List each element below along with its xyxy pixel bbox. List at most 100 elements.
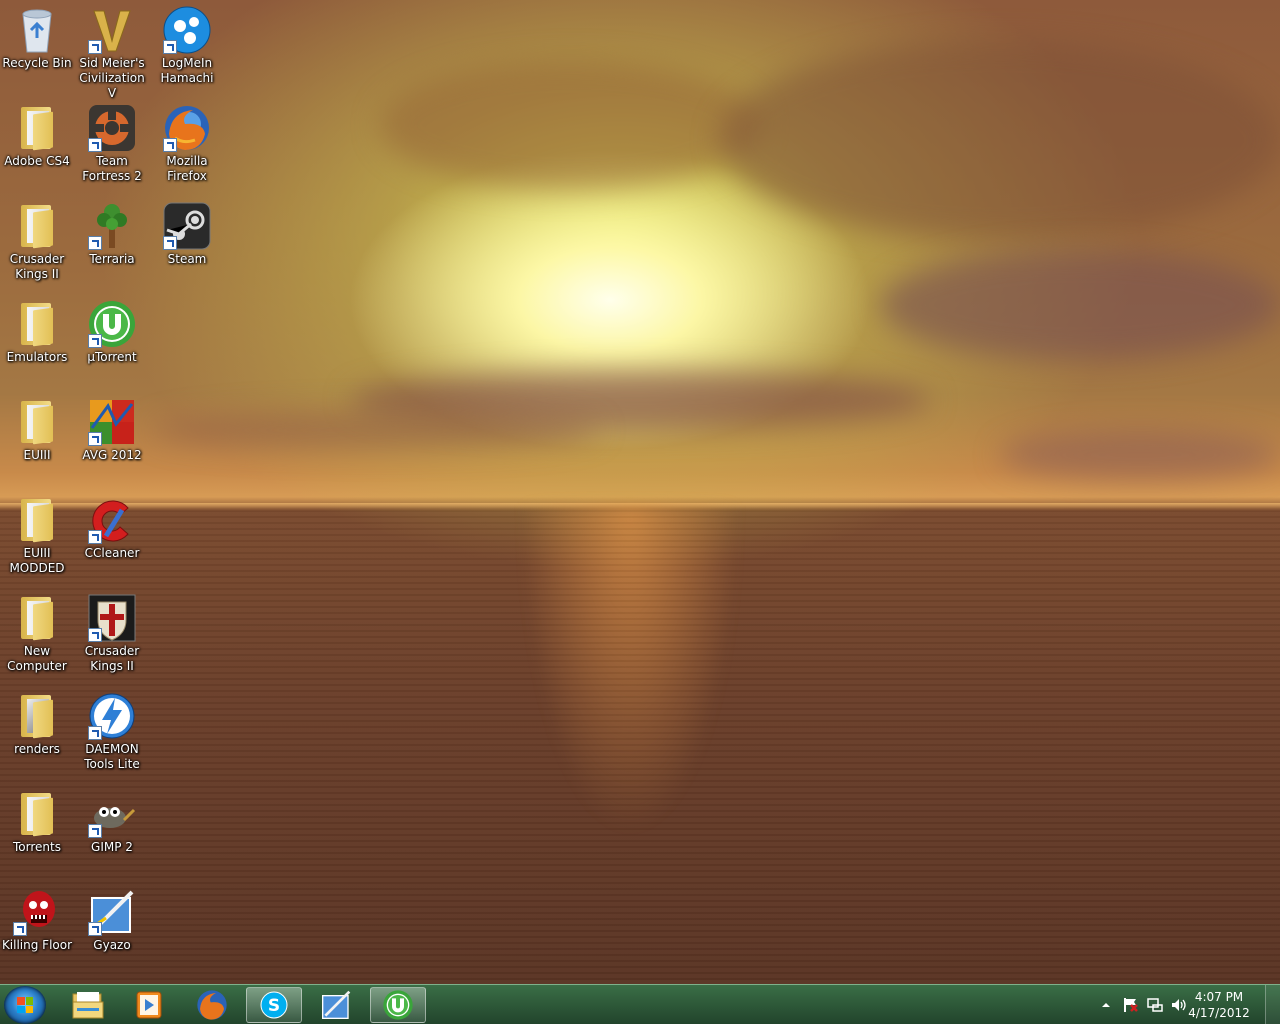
start-button[interactable] (4, 986, 46, 1024)
skype-icon: S (260, 991, 288, 1019)
icon-label: AVG 2012 (82, 448, 142, 462)
shortcut-arrow-icon (163, 40, 177, 54)
action-center-flag-icon[interactable] (1122, 996, 1140, 1014)
icon-label: µTorrent (87, 350, 137, 364)
desktop-icon-daemon-tools[interactable]: DAEMON Tools Lite (74, 692, 150, 772)
desktop-icon-torrents[interactable]: Torrents (0, 790, 75, 855)
media-player-icon (136, 991, 162, 1019)
icon-label: Team Fortress 2 (82, 154, 142, 183)
utorrent-icon (383, 990, 413, 1020)
clock-time: 4:07 PM (1194, 990, 1244, 1004)
gyazo-icon (88, 888, 136, 936)
shortcut-arrow-icon (163, 236, 177, 250)
terraria-icon (88, 202, 136, 250)
icon-label: Killing Floor (1, 938, 73, 952)
gyazo-icon (322, 990, 351, 1019)
taskbar-utorrent-button[interactable] (370, 987, 426, 1023)
steam-icon (163, 202, 211, 250)
icon-label: Gyazo (93, 938, 131, 952)
cloud (880, 250, 1280, 360)
icon-label: Torrents (13, 840, 61, 854)
ccleaner-icon (88, 496, 136, 544)
cloud (380, 60, 760, 190)
desktop-icon-recycle-bin[interactable]: Recycle Bin (0, 6, 75, 71)
desktop-icon-crusader-kings-folder[interactable]: Crusader Kings II (0, 202, 75, 282)
desktop-icon-civilization-v[interactable]: Sid Meier's Civilization V (74, 6, 150, 101)
killing-floor-icon (13, 888, 61, 936)
icon-label: CCleaner (84, 546, 140, 560)
icon-label: Crusader Kings II (9, 252, 65, 281)
desktop-icon-utorrent[interactable]: µTorrent (74, 300, 150, 365)
taskbar-media-player-button[interactable] (121, 987, 177, 1023)
civilization-icon (88, 6, 136, 54)
desktop-icon-logmein-hamachi[interactable]: LogMeIn Hamachi (149, 6, 225, 86)
shortcut-arrow-icon (88, 726, 102, 740)
desktop-icon-killing-floor[interactable]: Killing Floor (0, 888, 75, 953)
shortcut-arrow-icon (163, 138, 177, 152)
desktop-icon-gyazo[interactable]: Gyazo (74, 888, 150, 953)
taskbar-explorer-button[interactable] (60, 987, 116, 1023)
taskbar-firefox-button[interactable] (184, 987, 240, 1023)
icon-label: New Computer (7, 644, 67, 673)
folder-icon (13, 790, 61, 838)
firefox-icon (163, 104, 211, 152)
tf2-icon (88, 104, 136, 152)
cloud (1000, 430, 1280, 480)
sea (0, 510, 1280, 984)
icon-label: DAEMON Tools Lite (84, 742, 140, 771)
folder-icon (13, 104, 61, 152)
network-icon[interactable] (1146, 996, 1164, 1014)
shortcut-arrow-icon (13, 922, 27, 936)
desktop-icon-new-computer[interactable]: New Computer (0, 594, 75, 674)
desktop-icon-terraria[interactable]: Terraria (74, 202, 150, 267)
clock-date: 4/17/2012 (1188, 1006, 1250, 1020)
shortcut-arrow-icon (88, 530, 102, 544)
utorrent-icon (88, 300, 136, 348)
shortcut-arrow-icon (88, 138, 102, 152)
desktop-icon-emulators[interactable]: Emulators (0, 300, 75, 365)
folder-icon (13, 398, 61, 446)
folder-icon (13, 300, 61, 348)
icon-label: EUIII MODDED (9, 546, 65, 575)
shortcut-arrow-icon (88, 40, 102, 54)
icon-label: Adobe CS4 (4, 154, 70, 168)
desktop-icon-gimp-2[interactable]: GIMP 2 (74, 790, 150, 855)
system-tray (1098, 985, 1188, 1025)
icon-label: EUIII (23, 448, 51, 462)
icon-label: Emulators (6, 350, 68, 364)
desktop-icon-adobe-cs4[interactable]: Adobe CS4 (0, 104, 75, 169)
cloud (720, 40, 1280, 240)
desktop-icon-avg-2012[interactable]: AVG 2012 (74, 398, 150, 463)
icon-label: Mozilla Firefox (166, 154, 208, 183)
recycle-bin-icon (13, 6, 61, 54)
shortcut-arrow-icon (88, 628, 102, 642)
desktop-icon-crusader-kings-ii[interactable]: Crusader Kings II (74, 594, 150, 674)
folder-icon (13, 692, 61, 740)
taskbar-clock[interactable]: 4:07 PM 4/17/2012 (1184, 989, 1254, 1021)
firefox-icon (197, 990, 227, 1020)
desktop-icon-mozilla-firefox[interactable]: Mozilla Firefox (149, 104, 225, 184)
folder-icon (13, 496, 61, 544)
desktop-icon-team-fortress-2[interactable]: Team Fortress 2 (74, 104, 150, 184)
icon-label: renders (14, 742, 60, 756)
folder-icon (13, 594, 61, 642)
gimp-icon (88, 790, 136, 838)
desktop-icon-renders[interactable]: renders (0, 692, 75, 757)
shortcut-arrow-icon (88, 432, 102, 446)
desktop-icon-ccleaner[interactable]: CCleaner (74, 496, 150, 561)
shortcut-arrow-icon (88, 334, 102, 348)
icon-label: Terraria (89, 252, 135, 266)
taskbar-gyazo-button[interactable] (308, 987, 364, 1023)
desktop-icon-euiii[interactable]: EUIII (0, 398, 75, 463)
desktop-icon-euiii-modded[interactable]: EUIII MODDED (0, 496, 75, 576)
show-hidden-icons-icon[interactable] (1098, 997, 1114, 1013)
windows-start-icon (17, 997, 33, 1013)
hamachi-icon (163, 6, 211, 54)
show-desktop-button[interactable] (1265, 985, 1280, 1025)
taskbar-skype-button[interactable]: S (246, 987, 302, 1023)
shortcut-arrow-icon (88, 922, 102, 936)
desktop-icon-steam[interactable]: Steam (149, 202, 225, 267)
folder-icon (13, 202, 61, 250)
icon-label: Crusader Kings II (84, 644, 140, 673)
icon-label: GIMP 2 (91, 840, 133, 854)
